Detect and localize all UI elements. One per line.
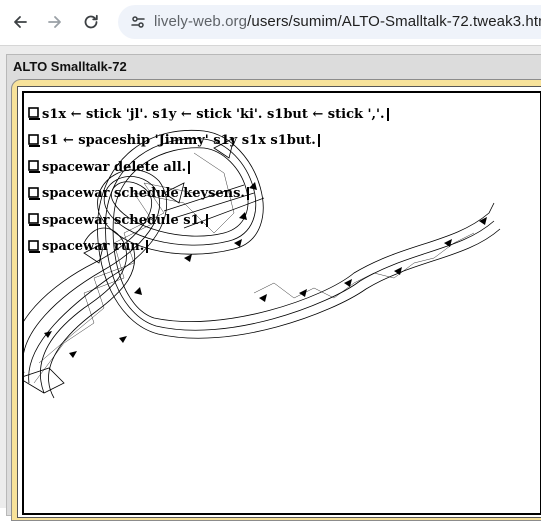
alto-prompt-icon: [28, 186, 40, 200]
line-terminator: [386, 107, 389, 121]
line-terminator: [188, 160, 191, 174]
site-settings-icon[interactable]: [126, 10, 150, 34]
reload-button[interactable]: [78, 9, 104, 35]
window-title: ALTO Smalltalk-72: [13, 59, 127, 74]
page-content: ALTO Smalltalk-72 s1x ← stick 'jl'. s1y …: [0, 45, 541, 521]
reload-icon: [84, 14, 98, 29]
alto-prompt-icon: [28, 239, 40, 253]
alto-prompt-icon: [28, 107, 40, 121]
url-text[interactable]: lively-web.org/users/sumim/ALTO-Smalltal…: [154, 13, 541, 30]
browser-toolbar: lively-web.org/users/sumim/ALTO-Smalltal…: [0, 0, 541, 45]
alto-prompt-icon: [28, 213, 40, 227]
transcript-line-text: s1 ← spaceship 'Jimmy' s1y s1x s1but.: [42, 133, 316, 149]
url-host: lively-web.org: [154, 13, 248, 30]
back-button[interactable]: [7, 9, 33, 35]
line-terminator: [246, 187, 249, 201]
forward-button[interactable]: [42, 9, 68, 35]
transcript-line: s1 ← spaceship 'Jimmy' s1y s1x s1but.: [28, 128, 389, 155]
transcript-line-text: spacewar schedule keysens.: [42, 186, 245, 202]
transcript-line: spacewar run.: [28, 234, 389, 261]
back-arrow-icon: [14, 16, 27, 28]
alto-prompt-icon: [28, 160, 40, 174]
transcript-line: s1x ← stick 'jl'. s1y ← stick 'ki'. s1bu…: [28, 101, 389, 128]
alto-prompt-icon: [28, 133, 40, 147]
transcript-line: spacewar schedule keysens.: [28, 181, 389, 208]
transcript-line-text: s1x ← stick 'jl'. s1y ← stick 'ki'. s1bu…: [42, 106, 385, 122]
url-path: /users/sumim/ALTO-Smalltalk-72.tweak3.ht…: [247, 13, 541, 30]
line-terminator: [206, 213, 209, 227]
transcript-line-text: spacewar schedule s1.: [42, 212, 205, 228]
transcript-lines: s1x ← stick 'jl'. s1y ← stick 'ki'. s1bu…: [28, 101, 389, 260]
line-terminator: [317, 134, 320, 148]
line-terminator: [146, 240, 149, 254]
display-area[interactable]: s1x ← stick 'jl'. s1y ← stick 'ki'. s1bu…: [17, 86, 541, 518]
transcript-line-text: spacewar delete all.: [42, 159, 187, 175]
transcript-line: spacewar schedule s1.: [28, 207, 389, 234]
forward-arrow-icon: [48, 16, 61, 28]
transcript-line-text: spacewar run.: [42, 239, 145, 255]
transcript-pane[interactable]: s1x ← stick 'jl'. s1y ← stick 'ki'. s1bu…: [22, 91, 541, 515]
transcript-line: spacewar delete all.: [28, 154, 389, 181]
address-bar[interactable]: lively-web.org/users/sumim/ALTO-Smalltal…: [118, 5, 541, 39]
